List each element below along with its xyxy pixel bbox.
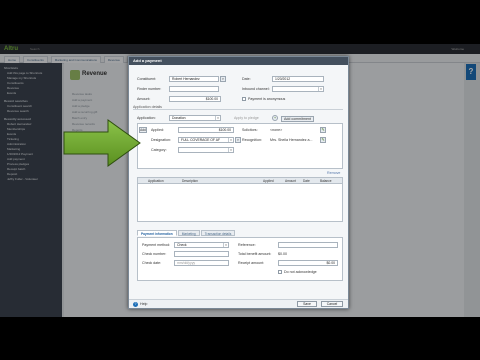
anonymous-label: Payment is anonymous — [248, 97, 286, 101]
grid-header-description: Description — [182, 179, 198, 183]
solicitors-value: <none> — [270, 128, 283, 132]
check-date-field[interactable]: mm/dd/yyyy — [174, 260, 229, 266]
payment-method-label: Payment method: — [142, 243, 171, 247]
designation-field[interactable]: FULL COVERAGE OF AF ▾ — [178, 137, 234, 143]
save-button[interactable]: Save — [297, 301, 317, 307]
inbound-channel-label: Inbound channel: — [242, 87, 270, 91]
chevron-down-icon: ▾ — [215, 116, 220, 120]
tab-marketing[interactable]: Marketing — [177, 230, 200, 236]
application-grid-header: Application Description Applied Amount D… — [137, 177, 343, 184]
applied-field[interactable]: $100.00 — [178, 127, 234, 133]
remove-link[interactable]: Remove — [327, 171, 340, 175]
pointer-arrow-graphic — [63, 119, 141, 167]
grid-header-application: Application — [148, 179, 164, 183]
recognition-edit-icon[interactable]: ✎ — [320, 137, 326, 143]
chevron-down-icon: ▾ — [228, 138, 233, 142]
do-not-acknowledge-checkbox[interactable] — [278, 270, 282, 274]
help-link[interactable]: Help — [140, 302, 147, 306]
dialog-footer: ? Help Save Cancel — [129, 299, 348, 308]
add-commitment-button[interactable]: Add commitment — [281, 116, 314, 122]
arrow-shape — [63, 119, 141, 167]
add-payment-dialog: Add a payment Constituent: Robert Hernan… — [128, 56, 349, 309]
grid-header-date: Date — [303, 179, 310, 183]
anonymous-checkbox[interactable] — [242, 97, 246, 101]
dialog-body: Constituent: Robert Hernandez ⌕ Date: 1/… — [129, 65, 348, 308]
grid-header-balance: Balance — [320, 179, 332, 183]
category-select[interactable]: ▾ — [178, 147, 234, 153]
date-label: Date: — [242, 77, 251, 81]
chevron-down-icon: ▾ — [228, 148, 233, 152]
category-label: Category: — [151, 148, 167, 152]
total-benefit-label: Total benefit amount: — [238, 252, 272, 256]
constituent-search-icon[interactable]: ⌕ — [220, 76, 226, 82]
finder-number-label: Finder number: — [137, 87, 162, 91]
payment-method-select[interactable]: Check ▾ — [174, 242, 229, 248]
receipt-amount-field[interactable]: $0.00 — [278, 260, 338, 266]
solicitors-edit-icon[interactable]: ✎ — [320, 127, 326, 133]
recognition-value: Mrs. Sheila Hernandez a... — [270, 138, 313, 142]
help-circle-icon[interactable]: ? — [133, 302, 138, 307]
application-value: Donation — [172, 116, 186, 120]
constituent-field[interactable]: Robert Hernandez — [169, 76, 219, 82]
designation-label: Designation: — [151, 138, 171, 142]
screen: Altru Search Welcome Home Constituents Mar… — [0, 0, 480, 360]
reference-field[interactable] — [278, 242, 338, 248]
payment-subtabs: Payment information Marketing Transactio… — [137, 230, 236, 236]
recognition-label: Recognition: — [242, 138, 262, 142]
payment-method-value: Check — [177, 243, 187, 247]
application-select[interactable]: Donation ▾ — [169, 115, 221, 121]
dialog-title: Add a payment — [129, 57, 348, 65]
add-commitment-icon[interactable]: + — [272, 115, 278, 121]
grid-header-applied: Applied — [263, 179, 274, 183]
designation-search-icon[interactable]: ⌕ — [235, 137, 241, 143]
amount-field[interactable]: $100.00 — [169, 96, 221, 102]
solicitors-label: Solicitors: — [242, 128, 258, 132]
grid-header-amount: Amount — [285, 179, 296, 183]
cancel-button[interactable]: Cancel — [321, 301, 343, 307]
application-details-heading: Application details — [133, 105, 343, 110]
date-field[interactable]: 1/20/2012 — [272, 76, 324, 82]
payment-information-panel: Payment method: Check ▾ Check number: Che… — [137, 237, 343, 281]
apply-to-pledge-link[interactable]: Apply to pledge — [234, 116, 259, 120]
tab-payment-information[interactable]: Payment information — [137, 230, 177, 236]
chevron-down-icon: ▾ — [223, 243, 228, 247]
check-number-label: Check number: — [142, 252, 167, 256]
application-panel: Add Applied: $100.00 Designation: FULL C… — [137, 123, 343, 169]
finder-number-field[interactable] — [169, 86, 219, 92]
designation-value: FULL COVERAGE OF AF — [181, 138, 221, 142]
tab-transaction-details[interactable]: Transaction details — [200, 230, 236, 236]
do-not-acknowledge-label: Do not acknowledge — [284, 270, 317, 274]
chevron-down-icon: ▾ — [318, 87, 323, 91]
reference-label: Reference: — [238, 243, 256, 247]
receipt-amount-label: Receipt amount: — [238, 261, 265, 265]
inbound-channel-select[interactable]: ▾ — [272, 86, 324, 92]
check-date-label: Check date: — [142, 261, 162, 265]
application-grid — [137, 184, 343, 222]
amount-label: Amount: — [137, 97, 151, 101]
constituent-label: Constituent: — [137, 77, 157, 81]
check-number-field[interactable] — [174, 251, 229, 257]
total-benefit-value: $0.00 — [278, 252, 287, 256]
applied-label: Applied: — [151, 128, 164, 132]
